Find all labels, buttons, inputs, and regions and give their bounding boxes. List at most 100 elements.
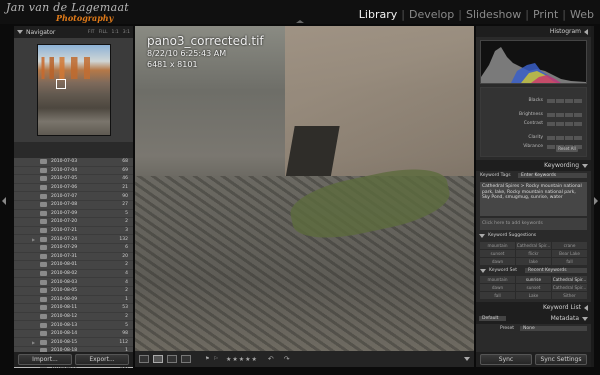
rotate-left-icon[interactable]: ↶	[268, 355, 274, 363]
folder-row[interactable]: 2010-08-14 98	[14, 329, 133, 339]
import-button[interactable]: Import...	[18, 354, 72, 365]
keyword-chip[interactable]: Sither	[552, 292, 587, 299]
keyword-chip[interactable]: sunrise	[516, 276, 551, 283]
metadata-view-dropdown[interactable]: Default	[479, 316, 507, 321]
keyword-set-dropdown[interactable]: Recent Keywords	[525, 268, 587, 273]
reject-flag-icon[interactable]: ⚐	[213, 356, 217, 362]
folder-name: 2010-08-11	[51, 305, 78, 311]
keyword-suggestions-header[interactable]: Keyword Suggestions	[476, 230, 591, 241]
folder-row[interactable]: 2010-07-29 6	[14, 243, 133, 253]
keyword-chip[interactable]: fall	[480, 292, 515, 299]
folder-row[interactable]: 2010-07-08 27	[14, 200, 133, 210]
folder-row[interactable]: 2010-08-09 1	[14, 295, 133, 305]
loupe-view-icon[interactable]	[153, 355, 163, 363]
keyword-chip[interactable]: sunset	[480, 250, 515, 257]
keyword-tags-row: Keyword Tags Enter Keywords	[476, 171, 591, 180]
rotate-right-icon[interactable]: ↷	[284, 355, 290, 363]
zoom-fill[interactable]: FILL	[99, 30, 108, 35]
keyword-chip[interactable]: Lake	[516, 292, 551, 299]
module-web[interactable]: Web	[570, 8, 594, 21]
keyword-chip[interactable]: dawn	[480, 258, 515, 265]
folder-row[interactable]: 2010-08-12 2	[14, 312, 133, 322]
survey-view-icon[interactable]	[181, 355, 191, 363]
keyword-chip[interactable]: sunset	[516, 284, 551, 291]
folder-row[interactable]: ▶ 2010-07-24 132	[14, 235, 133, 244]
folder-row[interactable]: 2010-07-07 90	[14, 192, 133, 201]
folder-row[interactable]: 2010-08-13 5	[14, 321, 133, 330]
zoom-1-1[interactable]: 1:1	[112, 30, 119, 35]
folder-count: 69	[122, 167, 128, 173]
keyword-tags-dropdown[interactable]: Enter Keywords	[518, 173, 587, 178]
keyword-chip[interactable]: crane	[552, 242, 587, 249]
disclosure-triangle-icon[interactable]: ▶	[14, 340, 37, 345]
folder-row[interactable]: 2010-07-04 69	[14, 166, 133, 176]
flag-icon[interactable]: ⚑	[205, 356, 209, 362]
right-panel-scrollbar[interactable]	[591, 26, 594, 367]
qd-blacks-controls[interactable]	[547, 98, 582, 103]
thumbnail-peaks	[38, 57, 110, 79]
module-print[interactable]: Print	[533, 8, 558, 21]
compare-view-icon[interactable]	[167, 355, 177, 363]
folder-name: 2010-07-21	[51, 228, 78, 234]
qd-clarity-controls[interactable]	[547, 135, 582, 140]
folder-row[interactable]: 2010-07-06 21	[14, 183, 133, 193]
keyword-chip[interactable]: Cathedral Spir...	[552, 276, 587, 283]
reset-all-button[interactable]: Reset All	[556, 146, 578, 152]
folder-row[interactable]: 2010-07-05 46	[14, 175, 133, 184]
keywording-title: Keywording	[544, 162, 579, 169]
folder-row[interactable]: 2010-08-03 4	[14, 278, 133, 287]
navigator-header[interactable]: Navigator FIT FILL 1:1 3:1	[14, 26, 133, 38]
grid-view-icon[interactable]	[139, 355, 149, 363]
folder-row[interactable]: 2010-07-21 3	[14, 226, 133, 236]
histogram-header[interactable]: Histogram	[476, 26, 591, 37]
folder-icon	[40, 210, 47, 216]
folder-row[interactable]: 2010-08-02 4	[14, 269, 133, 279]
expand-triangle-icon	[584, 304, 588, 311]
export-button[interactable]: Export...	[75, 354, 129, 365]
folder-row[interactable]: 2010-07-31 20	[14, 252, 133, 262]
toolbar-options-icon[interactable]	[464, 357, 470, 361]
folder-row[interactable]: 2010-07-20 2	[14, 218, 133, 227]
module-slideshow[interactable]: Slideshow	[466, 8, 521, 21]
folder-icon	[40, 331, 47, 337]
keyword-chip[interactable]: dawn	[480, 284, 515, 291]
keyword-chip[interactable]: Cathedral Spir...	[552, 284, 587, 291]
keyword-chip[interactable]: Bear Lake	[552, 250, 587, 257]
keyword-list-header[interactable]: Keyword List	[476, 302, 591, 313]
navigator-thumbnail[interactable]	[37, 44, 111, 136]
sync-settings-button[interactable]: Sync Settings	[535, 354, 587, 365]
folder-row[interactable]: 2010-07-03 68	[14, 158, 133, 167]
navigator-view-rectangle[interactable]	[56, 79, 66, 89]
metadata-header[interactable]: Default Metadata	[476, 313, 591, 324]
folder-row[interactable]: 2010-08-01 2	[14, 261, 133, 270]
folder-count: 6	[125, 245, 128, 251]
zoom-3-1[interactable]: 3:1	[123, 30, 130, 35]
qd-contrast-controls[interactable]	[547, 121, 582, 126]
qd-brightness-controls[interactable]	[547, 112, 582, 117]
keyword-chip[interactable]: Cathedral Spir...	[516, 242, 551, 249]
folder-row[interactable]: 2010-07-09 5	[14, 209, 133, 219]
module-library[interactable]: Library	[359, 8, 397, 21]
left-panel-toggle-icon[interactable]	[2, 197, 6, 205]
sync-button[interactable]: Sync	[480, 354, 532, 365]
keywords-textarea[interactable]: Cathedral Spires > Rocky mountain nation…	[480, 182, 587, 216]
star-rating[interactable]: ★★★★★	[226, 356, 258, 363]
folder-row[interactable]: 2010-08-05 2	[14, 286, 133, 296]
module-develop[interactable]: Develop	[409, 8, 454, 21]
zoom-fit[interactable]: FIT	[88, 30, 95, 35]
keyword-chip[interactable]: mountain	[480, 242, 515, 249]
folder-row[interactable]: ▶ 2010-08-15 112	[14, 338, 133, 348]
keyword-chip[interactable]: flickr	[516, 250, 551, 257]
add-keywords-field[interactable]: Click here to add keywords	[480, 218, 587, 230]
loupe-photo[interactable]: pano3_corrected.tif 8/22/10 6:25:43 AM 6…	[135, 26, 474, 351]
keyword-chip[interactable]: mountain	[480, 276, 515, 283]
right-panel-toggle-icon[interactable]	[594, 197, 598, 205]
top-panel-toggle-icon[interactable]	[296, 20, 304, 23]
keyword-chip[interactable]: fall	[552, 258, 587, 265]
keyword-chip[interactable]: lake	[516, 258, 551, 265]
folder-name: 2010-07-29	[51, 245, 78, 251]
preset-dropdown[interactable]: None	[520, 326, 587, 331]
folder-row[interactable]: 2010-08-11 53	[14, 304, 133, 313]
disclosure-triangle-icon[interactable]: ▶	[14, 237, 37, 242]
keywording-header[interactable]: Keywording	[476, 160, 591, 171]
